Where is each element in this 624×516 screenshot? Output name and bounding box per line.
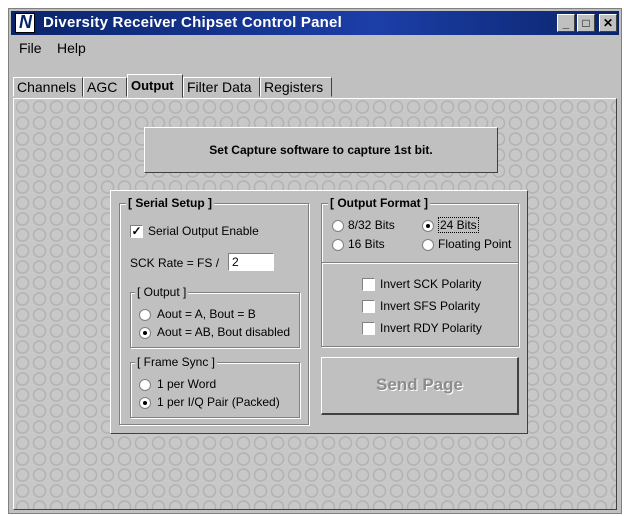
sck-rate-input[interactable]: 2 [228, 253, 274, 271]
format-radio-float[interactable] [422, 239, 434, 251]
app-logo-icon: N [15, 12, 35, 33]
tab-output[interactable]: Output [127, 74, 183, 98]
invert-rdy-checkbox[interactable] [362, 322, 375, 335]
tab-channels[interactable]: Channels [13, 77, 83, 97]
output-format-group: [ Output Format ] 8/32 Bits 24 Bits 16 B… [321, 196, 519, 347]
frame-sync-radio-word[interactable] [139, 379, 151, 391]
format-radio-8-32[interactable] [332, 220, 344, 232]
serial-setup-group: [ Serial Setup ] ✓ Serial Output Enable … [119, 196, 309, 425]
frame-sync-group: [ Frame Sync ] 1 per Word 1 per I/Q Pair… [130, 355, 300, 418]
output-format-title: [ Output Format ] [328, 196, 430, 210]
invert-sck-checkbox[interactable] [362, 278, 375, 291]
settings-container: [ Serial Setup ] ✓ Serial Output Enable … [110, 190, 528, 434]
output-radio-a-b[interactable] [139, 309, 151, 321]
capture-instruction-banner: Set Capture software to capture 1st bit. [144, 127, 498, 173]
format-option-float: Floating Point [438, 237, 512, 251]
title-bar[interactable]: N Diversity Receiver Chipset Control Pan… [11, 11, 619, 35]
app-window: N Diversity Receiver Chipset Control Pan… [8, 8, 622, 514]
window-title: Diversity Receiver Chipset Control Panel [43, 14, 342, 31]
menu-bar: File Help [11, 37, 619, 59]
frame-sync-option-word: 1 per Word [157, 377, 217, 391]
output-option-ab: Aout = AB, Bout disabled [157, 325, 291, 339]
output-group-title: [ Output ] [135, 285, 189, 299]
invert-sck-label: Invert SCK Polarity [380, 277, 482, 291]
maximize-button[interactable]: □ [577, 14, 595, 32]
format-radio-16[interactable] [332, 239, 344, 251]
menu-file[interactable]: File [19, 40, 42, 56]
frame-sync-group-title: [ Frame Sync ] [135, 355, 218, 369]
close-button[interactable]: ✕ [599, 14, 617, 32]
tab-registers[interactable]: Registers [260, 77, 332, 97]
invert-sfs-label: Invert SFS Polarity [380, 299, 481, 313]
tab-filter-data[interactable]: Filter Data [183, 77, 260, 97]
format-option-24: 24 Bits [438, 217, 479, 233]
serial-output-enable-label: Serial Output Enable [148, 224, 259, 238]
frame-sync-option-pair: 1 per I/Q Pair (Packed) [157, 395, 280, 409]
menu-help[interactable]: Help [57, 40, 86, 56]
frame-sync-radio-pair[interactable] [139, 397, 151, 409]
send-page-button[interactable]: Send Page [321, 357, 519, 415]
serial-output-enable-checkbox[interactable]: ✓ [130, 225, 143, 238]
output-option-a-b: Aout = A, Bout = B [157, 307, 256, 321]
format-divider [322, 262, 518, 264]
invert-sfs-checkbox[interactable] [362, 300, 375, 313]
tab-agc[interactable]: AGC [83, 77, 127, 97]
output-tab-panel: Set Capture software to capture 1st bit.… [13, 98, 617, 510]
sck-rate-label: SCK Rate = FS / [130, 256, 220, 270]
output-group: [ Output ] Aout = A, Bout = B Aout = AB,… [130, 285, 300, 348]
format-option-8-32: 8/32 Bits [348, 218, 395, 232]
format-radio-24[interactable] [422, 220, 434, 232]
minimize-button[interactable]: _ [557, 14, 575, 32]
format-option-16: 16 Bits [348, 237, 385, 251]
output-radio-ab[interactable] [139, 327, 151, 339]
invert-rdy-label: Invert RDY Polarity [380, 321, 482, 335]
serial-setup-title: [ Serial Setup ] [126, 196, 215, 210]
